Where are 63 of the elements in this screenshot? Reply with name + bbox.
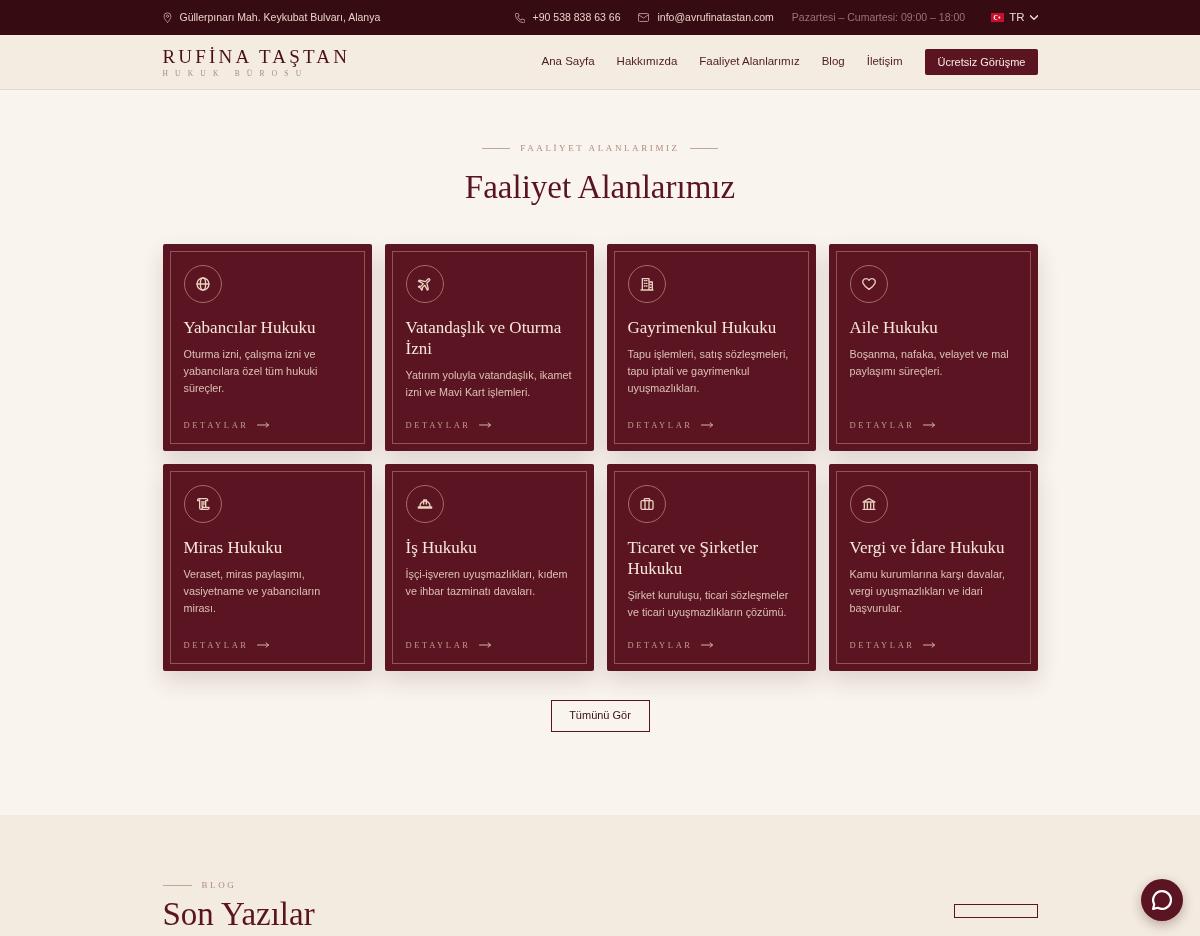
arrow-right-icon bbox=[478, 422, 491, 429]
consultation-button[interactable]: Ücretsiz Görüşme bbox=[925, 49, 1038, 75]
card-description: Oturma izni, çalışma izni ve yabancılara özel tüm hukuki süreçler. bbox=[183, 346, 319, 396]
section-eyebrow: FAALİYET ALANLARIMIZ bbox=[520, 144, 680, 153]
card-description: Yatırım yoluyla vatandaşlık, ikamet izni ve Mavi Kart işlemleri. bbox=[405, 368, 573, 401]
arrow-right-icon bbox=[700, 642, 713, 649]
nav-link[interactable]: Blog bbox=[821, 53, 845, 71]
section-eyebrow: BLOG bbox=[201, 881, 237, 890]
card-description: Şirket kuruluşu, ticari sözleşmeler ve ticari uyuşmazlıkların çözümü. bbox=[627, 588, 790, 621]
card-title: Gayrimenkul Hukuku bbox=[627, 316, 778, 338]
location-pin-icon bbox=[162, 12, 172, 23]
arrow-right-icon bbox=[700, 422, 713, 429]
bank-icon bbox=[849, 484, 888, 523]
details-link[interactable]: DETAYLAR bbox=[183, 641, 269, 650]
arrow-right-icon bbox=[922, 422, 935, 429]
flag-icon bbox=[991, 13, 1005, 22]
mail-icon bbox=[638, 13, 650, 22]
details-link[interactable]: DETAYLAR bbox=[849, 421, 935, 430]
view-all-button[interactable]: Tümünü Gör bbox=[550, 699, 650, 732]
brand-name[interactable]: RUFİNA TAŞTAN bbox=[162, 46, 351, 66]
briefcase-icon bbox=[627, 484, 666, 523]
opening-hours: Pazartesi – Cumartesi: 09:00 – 18:00 bbox=[791, 9, 966, 25]
globe-icon bbox=[183, 264, 222, 303]
card-title: İş Hukuku bbox=[405, 536, 478, 558]
scroll-icon bbox=[183, 484, 222, 523]
nav-link[interactable]: Hakkımızda bbox=[616, 53, 678, 71]
card-title: Yabancılar Hukuku bbox=[183, 316, 317, 338]
card-title: Vergi ve İdare Hukuku bbox=[849, 536, 1006, 558]
arrow-right-icon bbox=[256, 422, 269, 429]
card-description: Veraset, miras paylaşımı, vasiyetname ve yabancıların mirası. bbox=[183, 566, 322, 616]
details-link[interactable]: DETAYLAR bbox=[627, 641, 713, 650]
details-link[interactable]: DETAYLAR bbox=[405, 421, 491, 430]
language-selector[interactable]: TR bbox=[991, 8, 1038, 27]
details-link[interactable]: DETAYLAR bbox=[849, 641, 935, 650]
card-description: İşçi-işveren uyuşmazlıkları, kıdem ve ihbar tazminatı davaları. bbox=[405, 566, 569, 599]
nav-link[interactable]: Ana Sayfa bbox=[541, 53, 595, 71]
card-description: Kamu kurumlarına karşı davalar, vergi uyuşmazlıkları ve idari başvurular. bbox=[849, 566, 1006, 616]
phone-link[interactable]: +90 538 838 63 66 bbox=[514, 9, 621, 26]
details-link[interactable]: DETAYLAR bbox=[405, 641, 491, 650]
card-title: Miras Hukuku bbox=[183, 536, 284, 558]
card-description: Tapu işlemleri, satış sözleşmeleri, tapu iptali ve gayrimenkul uyuşmazlıkları. bbox=[627, 346, 790, 396]
card-title: Vatandaşlık ve Oturma İzni bbox=[405, 316, 563, 360]
section-title: Son Yazılar bbox=[162, 897, 315, 932]
details-link[interactable]: DETAYLAR bbox=[183, 421, 269, 430]
arrow-right-icon bbox=[256, 642, 269, 649]
building-icon bbox=[627, 264, 666, 303]
arrow-right-icon bbox=[922, 642, 935, 649]
details-link[interactable]: DETAYLAR bbox=[627, 421, 713, 430]
section-title: Faaliyet Alanlarımız bbox=[464, 168, 736, 207]
outlined-button-edge[interactable] bbox=[953, 904, 1038, 918]
arrow-right-icon bbox=[478, 642, 491, 649]
chat-bubble-icon bbox=[1152, 890, 1172, 910]
airplane-icon bbox=[405, 264, 444, 303]
card-title: Aile Hukuku bbox=[849, 316, 939, 338]
email-link[interactable]: info@avrufinatastan.com bbox=[638, 9, 774, 26]
nav-link[interactable]: İletişim bbox=[866, 53, 903, 71]
card-title: Ticaret ve Şirketler Hukuku bbox=[627, 536, 760, 580]
caret-icon bbox=[1029, 15, 1038, 20]
address-text: Güllerpınarı Mah. Keykubat Bulvarı, Alanya bbox=[179, 9, 381, 25]
card-description: Boşanma, nafaka, velayet ve mal paylaşımı süreçleri. bbox=[849, 346, 1010, 379]
hard-hat-icon bbox=[405, 484, 444, 523]
nav-link[interactable]: Faaliyet Alanlarımız bbox=[699, 53, 800, 71]
phone-icon bbox=[514, 12, 525, 23]
